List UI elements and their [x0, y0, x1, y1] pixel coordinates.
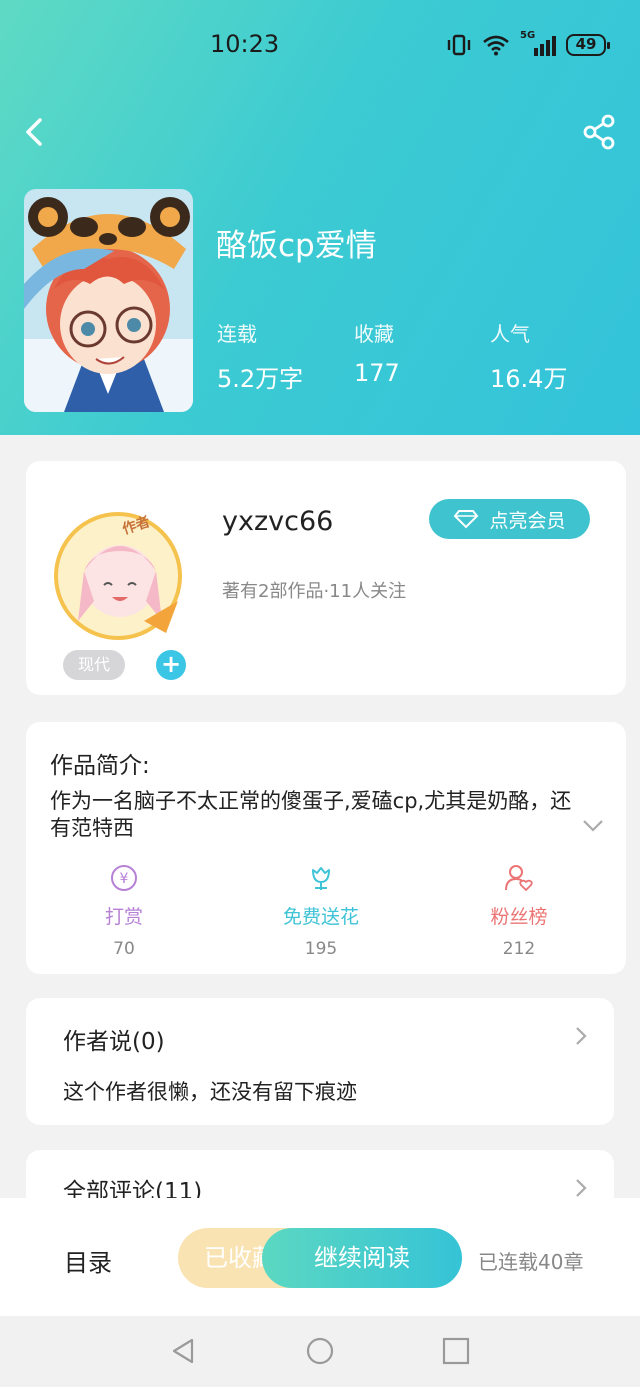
nav-recents-icon[interactable] — [441, 1336, 471, 1366]
author-avatar-image — [54, 512, 182, 640]
author-name[interactable]: yxzvc66 — [222, 506, 333, 537]
author-avatar[interactable]: 作者 — [48, 501, 188, 641]
system-nav-bar — [0, 1316, 640, 1387]
follow-add-button[interactable]: + — [156, 650, 186, 680]
status-time: 10:23 — [210, 30, 280, 58]
flower-icon — [312, 867, 330, 890]
author-says-card[interactable]: 作者说(0) 这个作者很懒，还没有留下痕迹 — [26, 998, 614, 1125]
send-flower-button[interactable]: 免费送花 195 — [241, 862, 401, 959]
signal-icon: 5G — [520, 30, 556, 56]
fan-ranking-button[interactable]: 粉丝榜 212 — [439, 862, 599, 959]
reward-label: 打赏 — [104, 906, 143, 928]
nav-home-icon[interactable] — [305, 1336, 335, 1366]
stat-value: 177 — [354, 359, 400, 387]
stat-popularity: 人气 16.4万 — [490, 318, 567, 394]
book-cover — [24, 189, 193, 412]
fan-heart-icon — [505, 865, 533, 892]
nav-back-icon[interactable] — [168, 1336, 198, 1366]
genre-tag: 现代 — [63, 650, 125, 680]
intro-title: 作品简介: — [50, 753, 150, 779]
chevron-right-icon — [576, 1179, 587, 1197]
bottom-action-bar: 目录 已收藏 继续阅读 已连载40章 — [0, 1198, 640, 1316]
back-button[interactable] — [20, 112, 52, 152]
share-button[interactable] — [582, 112, 618, 152]
toc-button[interactable]: 目录 — [64, 1243, 112, 1278]
stat-label: 人气 — [490, 322, 530, 346]
intro-text: 作为一名脑子不太正常的傻蛋子,爱磕cp,尤其是奶酪，还有范特西 — [50, 789, 572, 840]
author-card: 作者 yxzvc66 著有2部作品·11人关注 点亮会员 现代 + — [26, 461, 626, 695]
cover-illustration — [24, 189, 193, 412]
chapter-count: 已连载40章 — [478, 1250, 584, 1274]
stat-value: 16.4万 — [490, 365, 568, 393]
status-icons: 5G 49 — [446, 30, 610, 56]
continue-reading-button[interactable]: 继续阅读 — [262, 1228, 462, 1288]
status-bar: 10:23 5G 49 — [0, 28, 640, 68]
vip-button[interactable]: 点亮会员 — [429, 499, 590, 539]
fan-ranking-count: 212 — [502, 939, 536, 959]
book-title: 酪饭cp爱情 — [216, 228, 377, 264]
expand-chevron-icon[interactable] — [582, 818, 604, 834]
author-says-text: 这个作者很懒，还没有留下痕迹 — [63, 1080, 357, 1104]
stat-value: 5.2万字 — [217, 365, 304, 393]
yuan-coin-icon: ¥ — [111, 865, 137, 891]
svg-text:¥: ¥ — [120, 871, 129, 887]
battery-icon: 49 — [566, 34, 610, 56]
book-header: 10:23 5G 49 酪饭cp爱情 连载 5.2万字 收藏 177 人气 16… — [0, 0, 640, 435]
network-type: 5G — [520, 30, 536, 41]
fan-ranking-label: 粉丝榜 — [490, 906, 548, 928]
intro-card: 作品简介: 作为一名脑子不太正常的傻蛋子,爱磕cp,尤其是奶酪，还有范特西 ¥ … — [26, 722, 626, 974]
author-says-title: 作者说(0) — [63, 1029, 165, 1055]
vibrate-icon — [447, 34, 471, 56]
wifi-icon — [483, 35, 509, 56]
stat-favorites: 收藏 177 — [354, 318, 400, 387]
send-flower-count: 195 — [304, 939, 338, 959]
author-meta: 著有2部作品·11人关注 — [222, 581, 407, 602]
diamond-icon — [454, 510, 479, 529]
send-flower-label: 免费送花 — [282, 906, 359, 928]
stat-label: 连载 — [217, 322, 257, 346]
stat-serialized: 连载 5.2万字 — [217, 318, 303, 394]
vip-label: 点亮会员 — [489, 509, 566, 532]
reward-button[interactable]: ¥ 打赏 70 — [44, 862, 204, 959]
stat-label: 收藏 — [354, 322, 394, 346]
chevron-right-icon — [576, 1027, 587, 1045]
reward-count: 70 — [113, 939, 135, 959]
